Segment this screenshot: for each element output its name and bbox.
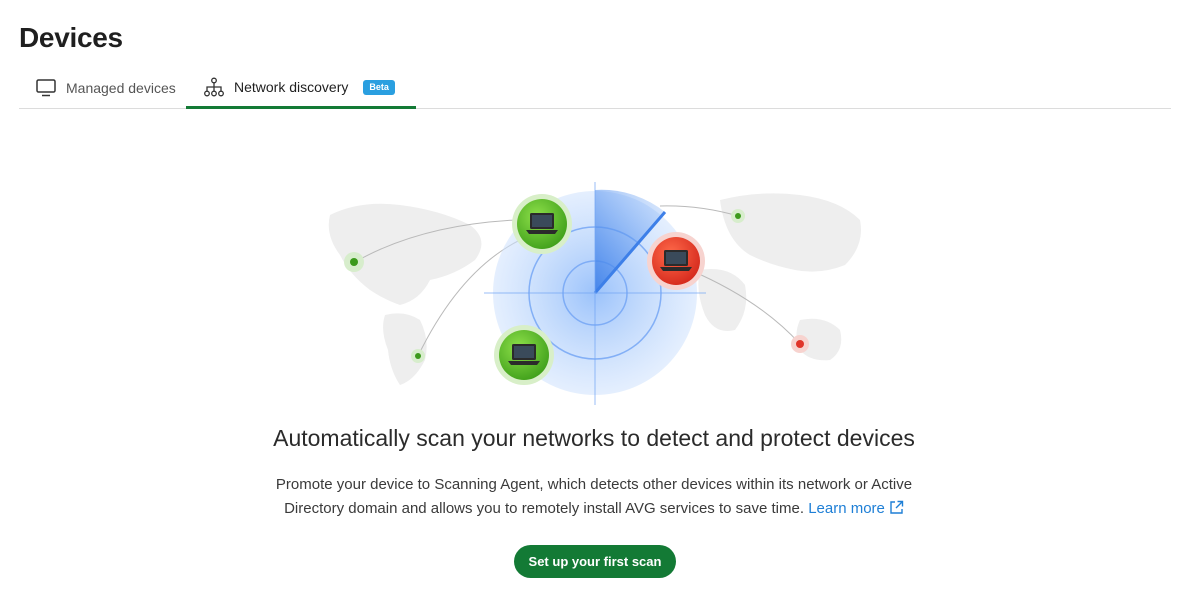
device-node-green-bottom bbox=[494, 325, 554, 385]
devices-page: Devices Managed devices Network discover… bbox=[0, 0, 1188, 608]
device-node-red bbox=[647, 232, 705, 290]
device-node-green-top bbox=[512, 194, 572, 254]
set-up-first-scan-button[interactable]: Set up your first scan bbox=[514, 545, 676, 578]
learn-more-label: Learn more bbox=[808, 500, 885, 517]
learn-more-link[interactable]: Learn more bbox=[808, 500, 904, 517]
empty-state-headline: Automatically scan your networks to dete… bbox=[273, 425, 915, 451]
network-scan-illustration bbox=[328, 182, 861, 405]
empty-state-description: Promote your device to Scanning Agent, w… bbox=[244, 473, 944, 523]
external-link-icon bbox=[889, 499, 904, 523]
